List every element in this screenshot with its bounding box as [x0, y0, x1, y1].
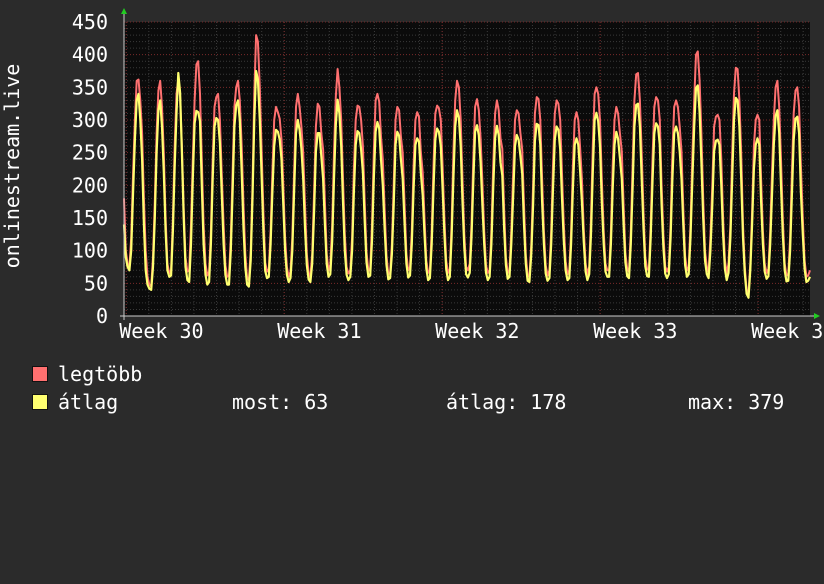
y-tick-label: 300	[72, 108, 108, 132]
x-tick-label: Week 30	[119, 319, 203, 343]
y-tick-label: 400	[72, 43, 108, 67]
stat-average: átlag: 178	[446, 390, 567, 414]
legend-row-avg: átlag most: 63 átlag: 178 max: 379	[30, 388, 820, 416]
legend-row-max: legtöbb	[30, 360, 820, 388]
legend-swatch-avg	[32, 394, 48, 410]
y-tick-label: 150	[72, 206, 108, 230]
y-tick-label: 100	[72, 239, 108, 263]
legend-label-avg: átlag	[58, 390, 119, 414]
y-tick-label: 50	[84, 271, 108, 295]
stat-max: max: 379	[688, 390, 785, 414]
x-tick-label: Week 32	[435, 319, 519, 343]
y-tick-label: 250	[72, 141, 108, 165]
y-tick-label: 450	[72, 10, 108, 34]
legend-swatch-max	[32, 366, 48, 382]
y-axis-arrow-icon	[121, 8, 127, 14]
y-tick-label: 350	[72, 75, 108, 99]
x-tick-label: Week 3	[751, 319, 823, 343]
legend: legtöbb átlag most: 63 átlag: 178 max: 3…	[30, 360, 820, 424]
x-tick-label: Week 31	[277, 319, 361, 343]
y-tick-label: 200	[72, 173, 108, 197]
legend-label-max: legtöbb	[58, 362, 143, 386]
stat-now: most: 63	[232, 390, 329, 414]
y-axis-label: onlinestream.live	[0, 64, 24, 269]
y-tick-label: 0	[96, 304, 108, 328]
x-tick-label: Week 33	[593, 319, 677, 343]
